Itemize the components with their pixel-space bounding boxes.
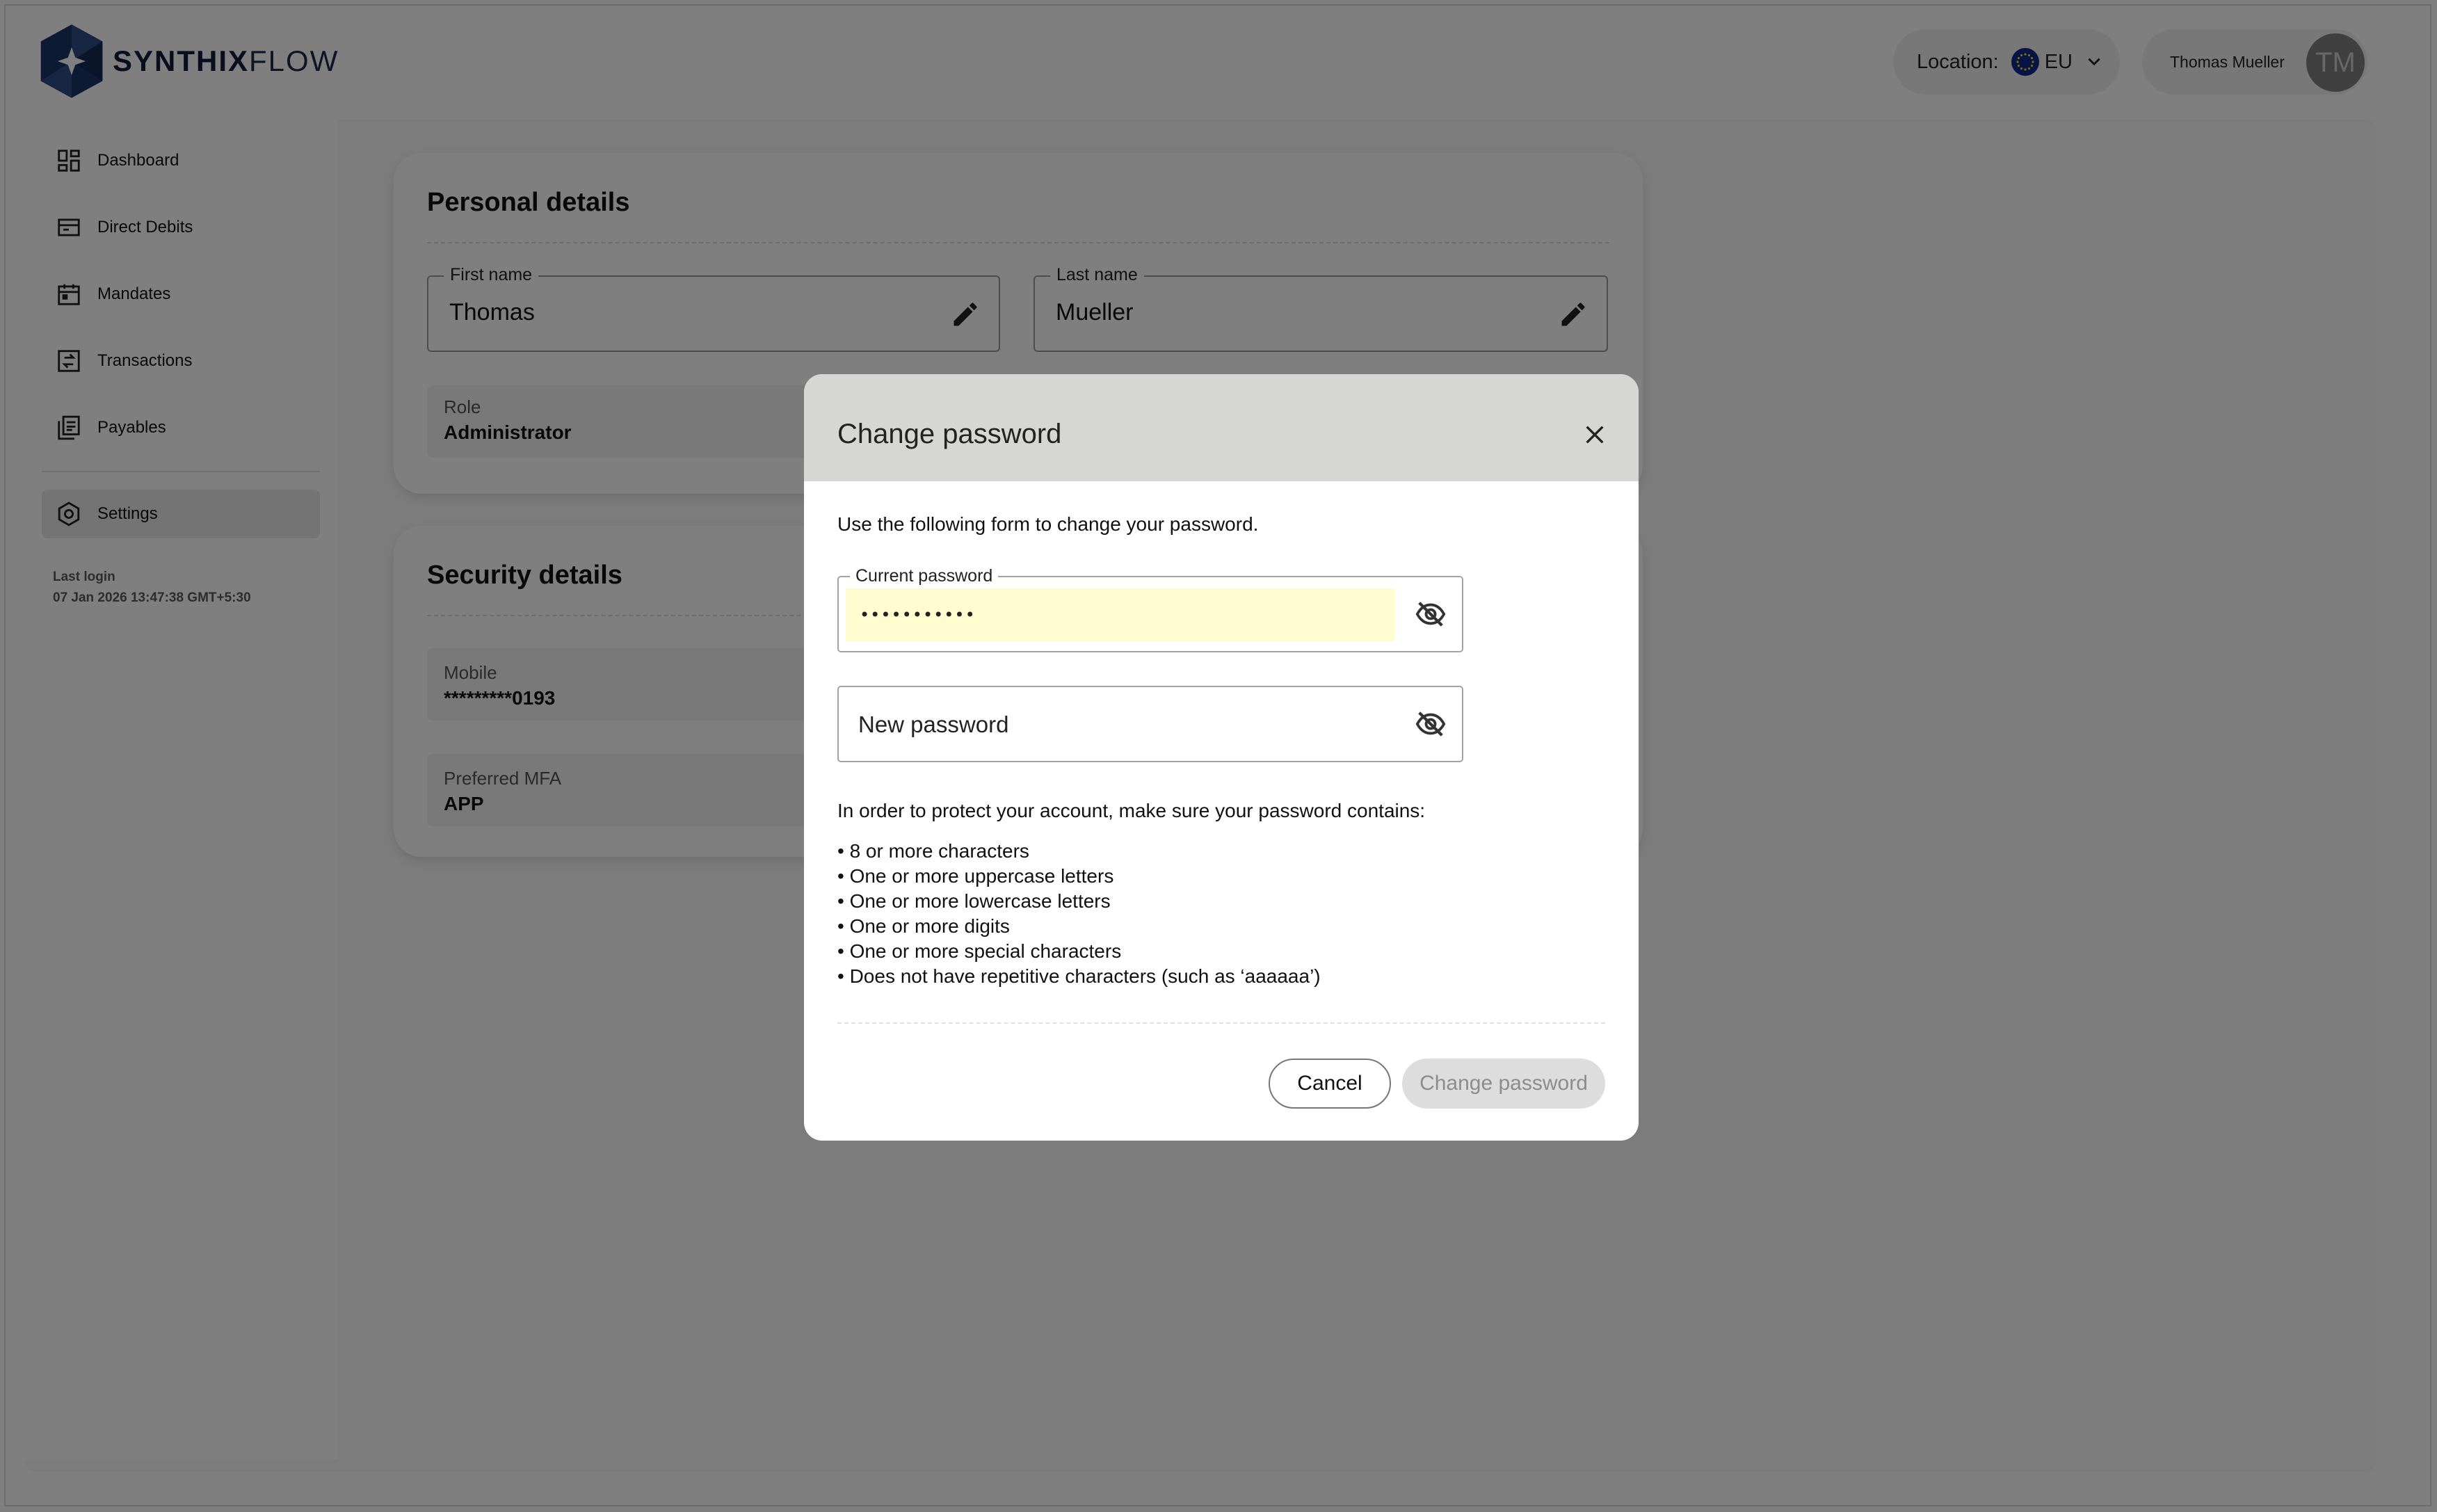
cancel-button[interactable]: Cancel <box>1269 1059 1391 1109</box>
eye-off-icon[interactable] <box>1413 708 1448 740</box>
dialog-title: Change password <box>837 419 1062 449</box>
new-password-field[interactable] <box>837 686 1463 762</box>
dialog-header: Change password <box>804 374 1639 481</box>
app-root: SYNTHIXFLOW Location: EU Thomas Mueller … <box>0 0 2437 1512</box>
requirement-item: • Does not have repetitive characters (s… <box>837 965 1321 987</box>
requirement-item: • One or more digits <box>837 915 1010 937</box>
change-password-dialog: Change password Use the following form t… <box>804 374 1639 1141</box>
requirement-item: • One or more uppercase letters <box>837 865 1114 887</box>
current-password-input[interactable] <box>846 588 1395 641</box>
current-password-label: Current password <box>850 566 999 586</box>
requirement-item: • 8 or more characters <box>837 840 1029 862</box>
requirement-item: • One or more lowercase letters <box>837 890 1111 912</box>
requirements-list: • 8 or more characters • One or more upp… <box>837 839 1321 989</box>
change-password-button[interactable]: Change password <box>1402 1059 1605 1109</box>
dialog-divider <box>837 1022 1605 1024</box>
dialog-intro: Use the following form to change your pa… <box>837 513 1259 535</box>
current-password-field[interactable]: Current password <box>837 566 1463 652</box>
close-button[interactable] <box>1579 419 1611 451</box>
new-password-input[interactable] <box>846 698 1395 751</box>
requirements-intro: In order to protect your account, make s… <box>837 800 1426 821</box>
requirement-item: • One or more special characters <box>837 940 1122 962</box>
close-icon <box>1586 426 1604 444</box>
eye-off-icon[interactable] <box>1413 598 1448 630</box>
